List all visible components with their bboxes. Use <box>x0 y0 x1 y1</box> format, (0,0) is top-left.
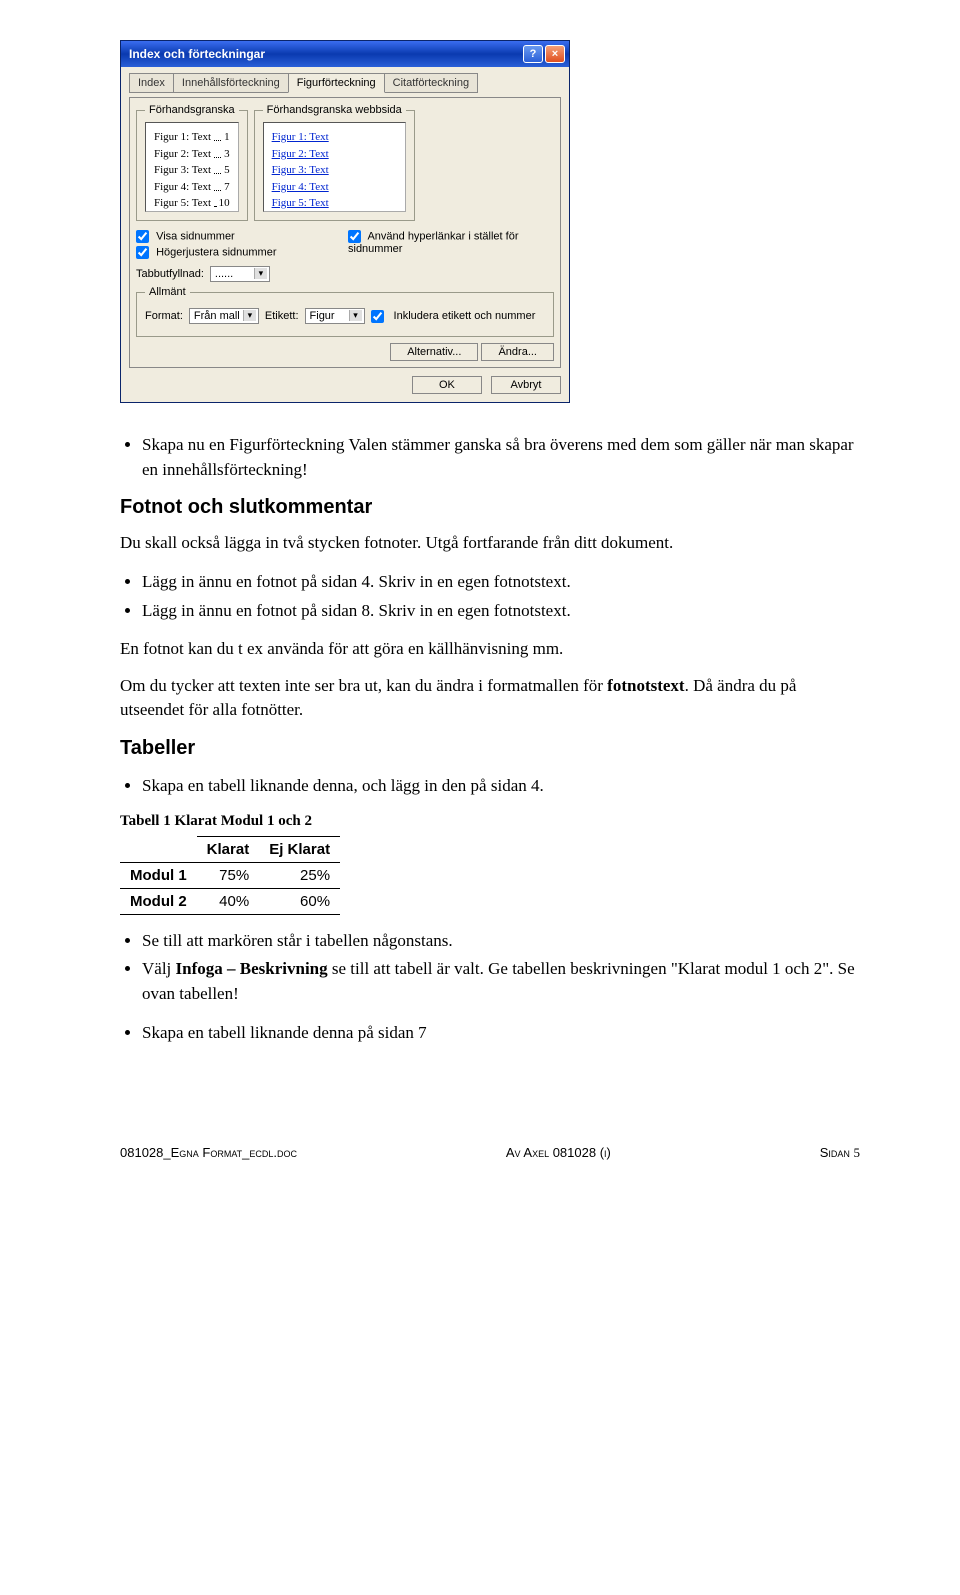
pv-item: Figur 3: Text <box>154 162 211 179</box>
preview-print-legend: Förhandsgranska <box>145 104 239 116</box>
pv-page: 5 <box>224 162 230 179</box>
row-label: Modul 2 <box>120 888 197 914</box>
pv-link: Figur 1: Text <box>272 131 329 143</box>
help-icon[interactable]: ? <box>523 45 543 63</box>
para-2: En fotnot kan du t ex använda för att gö… <box>120 637 860 662</box>
table-klarat: Klarat Ej Klarat Modul 1 75% 25% Modul 2… <box>120 836 340 915</box>
dialog-footer-buttons: OK Avbryt <box>129 376 561 394</box>
bold-text: fotnotstext <box>607 676 684 695</box>
list-item: Skapa en tabell liknande denna på sidan … <box>142 1021 860 1046</box>
alternativ-button[interactable]: Alternativ... <box>390 343 478 361</box>
chk-hyper-label: Använd hyperlänkar i stället för sidnumm… <box>348 230 518 255</box>
preview-print: Förhandsgranska Figur 1: Text 1 Figur 2: … <box>136 104 248 221</box>
list-item: Lägg in ännu en fotnot på sidan 8. Skriv… <box>142 599 860 624</box>
tabb-label: Tabbutfyllnad: <box>136 268 204 280</box>
list-item: Skapa nu en Figurförteckning Valen stämm… <box>142 433 860 482</box>
table-row: Modul 1 75% 25% <box>120 862 340 888</box>
titlebar-buttons: ? × <box>523 45 565 63</box>
tabbutfyllnad-select[interactable]: ...... <box>210 266 270 282</box>
list-2: Lägg in ännu en fotnot på sidan 4. Skriv… <box>120 570 860 623</box>
text: Välj <box>142 959 176 978</box>
tab-citat[interactable]: Citatförteckning <box>384 73 478 93</box>
pv-page: 3 <box>224 146 230 163</box>
preview-web: Förhandsgranska webbsida Figur 1: Text F… <box>254 104 415 221</box>
table-caption: Tabell 1 Klarat Modul 1 och 2 <box>120 813 860 830</box>
list-item: Se till att markören står i tabellen någ… <box>142 929 860 954</box>
chk-inkl-label: Inkludera etikett och nummer <box>394 310 536 322</box>
cell: 40% <box>197 888 260 914</box>
cell: 60% <box>259 888 340 914</box>
dialog-index-forteckningar: Index och förteckningar ? × Index Innehå… <box>120 40 570 403</box>
dialog-body: Index Innehållsförteckning Figurförteckn… <box>121 67 569 402</box>
chk-visa-label: Visa sidnummer <box>156 230 235 242</box>
footer-left: 081028_Egna Format_ecdl.doc <box>120 1145 297 1161</box>
page-number: 5 <box>853 1145 860 1160</box>
pv-item: Figur 4: Text <box>154 179 211 196</box>
pv-page: 1 <box>224 129 230 146</box>
tabs: Index Innehållsförteckning Figurförteckn… <box>129 73 561 93</box>
chk-hoger-label: Högerjustera sidnummer <box>156 246 276 258</box>
list-5: Skapa en tabell liknande denna på sidan … <box>120 1021 860 1046</box>
preview-web-legend: Förhandsgranska webbsida <box>263 104 406 116</box>
chk-hoger-row: Högerjustera sidnummer <box>136 246 342 259</box>
ok-button[interactable]: OK <box>412 376 482 394</box>
tabb-row: Tabbutfyllnad: ...... <box>136 266 554 282</box>
tab-innehall[interactable]: Innehållsförteckning <box>173 73 289 93</box>
pv-page: 7 <box>224 179 230 196</box>
list-item: Skapa en tabell liknande denna, och lägg… <box>142 774 860 799</box>
pv-item: Figur 2: Text <box>154 146 211 163</box>
text: Om du tycker att texten inte ser bra ut,… <box>120 676 607 695</box>
chk-hyper-row: Använd hyperlänkar i stället för sidnumm… <box>348 230 554 255</box>
allmant-group: Allmänt Format: Från mall Etikett: Figur… <box>136 286 554 337</box>
preview-print-box: Figur 1: Text 1 Figur 2: Text 3 Figur 3: T… <box>145 122 239 212</box>
para-1: Du skall också lägga in två stycken fotn… <box>120 531 860 556</box>
list-4: Se till att markören står i tabellen någ… <box>120 929 860 1007</box>
pv-item: Figur 1: Text <box>154 129 211 146</box>
para-3: Om du tycker att texten inte ser bra ut,… <box>120 674 860 723</box>
footer-mid: Av Axel 081028 (i) <box>506 1145 611 1161</box>
chk-hogerjustera[interactable] <box>136 246 149 259</box>
tab-panel: Förhandsgranska Figur 1: Text 1 Figur 2: … <box>129 97 561 368</box>
close-icon[interactable]: × <box>545 45 565 63</box>
etikett-select[interactable]: Figur <box>305 308 365 324</box>
tab-figur[interactable]: Figurförteckning <box>288 73 385 93</box>
preview-web-box: Figur 1: Text Figur 2: Text Figur 3: Tex… <box>263 122 406 212</box>
footer-right: Sidan 5 <box>820 1145 860 1161</box>
allmant-legend: Allmänt <box>145 286 190 298</box>
row-label: Modul 1 <box>120 862 197 888</box>
list-1: Skapa nu en Figurförteckning Valen stämm… <box>120 433 860 482</box>
format-select[interactable]: Från mall <box>189 308 259 324</box>
dialog-title: Index och förteckningar <box>129 47 265 61</box>
chk-hyperlankar[interactable] <box>348 230 361 243</box>
cell: 25% <box>259 862 340 888</box>
titlebar[interactable]: Index och förteckningar ? × <box>121 41 569 67</box>
th-klarat: Klarat <box>197 836 260 862</box>
andra-button[interactable]: Ändra... <box>481 343 554 361</box>
list-item: Välj Infoga – Beskrivning se till att ta… <box>142 957 860 1006</box>
pv-link: Figur 2: Text <box>272 148 329 160</box>
chk-visa-sidnummer[interactable] <box>136 230 149 243</box>
list-3: Skapa en tabell liknande denna, och lägg… <box>120 774 860 799</box>
format-label: Format: <box>145 310 183 322</box>
pv-link: Figur 5: Text <box>272 197 329 209</box>
heading-fotnot: Fotnot och slutkommentar <box>120 496 860 519</box>
list-item: Lägg in ännu en fotnot på sidan 4. Skriv… <box>142 570 860 595</box>
pv-item: Figur 5: Text <box>154 195 211 212</box>
page-footer: 081028_Egna Format_ecdl.doc Av Axel 0810… <box>120 1145 860 1161</box>
pv-page: 10 <box>219 195 230 212</box>
avbryt-button[interactable]: Avbryt <box>491 376 561 394</box>
th-blank <box>120 836 197 862</box>
text: Sidan <box>820 1145 854 1160</box>
chk-visa-row: Visa sidnummer <box>136 230 342 243</box>
bold-text: Infoga – Beskrivning <box>176 959 328 978</box>
heading-tabeller: Tabeller <box>120 737 860 760</box>
cell: 75% <box>197 862 260 888</box>
th-ejklarat: Ej Klarat <box>259 836 340 862</box>
etikett-label: Etikett: <box>265 310 299 322</box>
tab-index[interactable]: Index <box>129 73 174 93</box>
pv-link: Figur 3: Text <box>272 164 329 176</box>
chk-inkludera[interactable] <box>371 310 384 323</box>
pv-link: Figur 4: Text <box>272 181 329 193</box>
table-row: Modul 2 40% 60% <box>120 888 340 914</box>
